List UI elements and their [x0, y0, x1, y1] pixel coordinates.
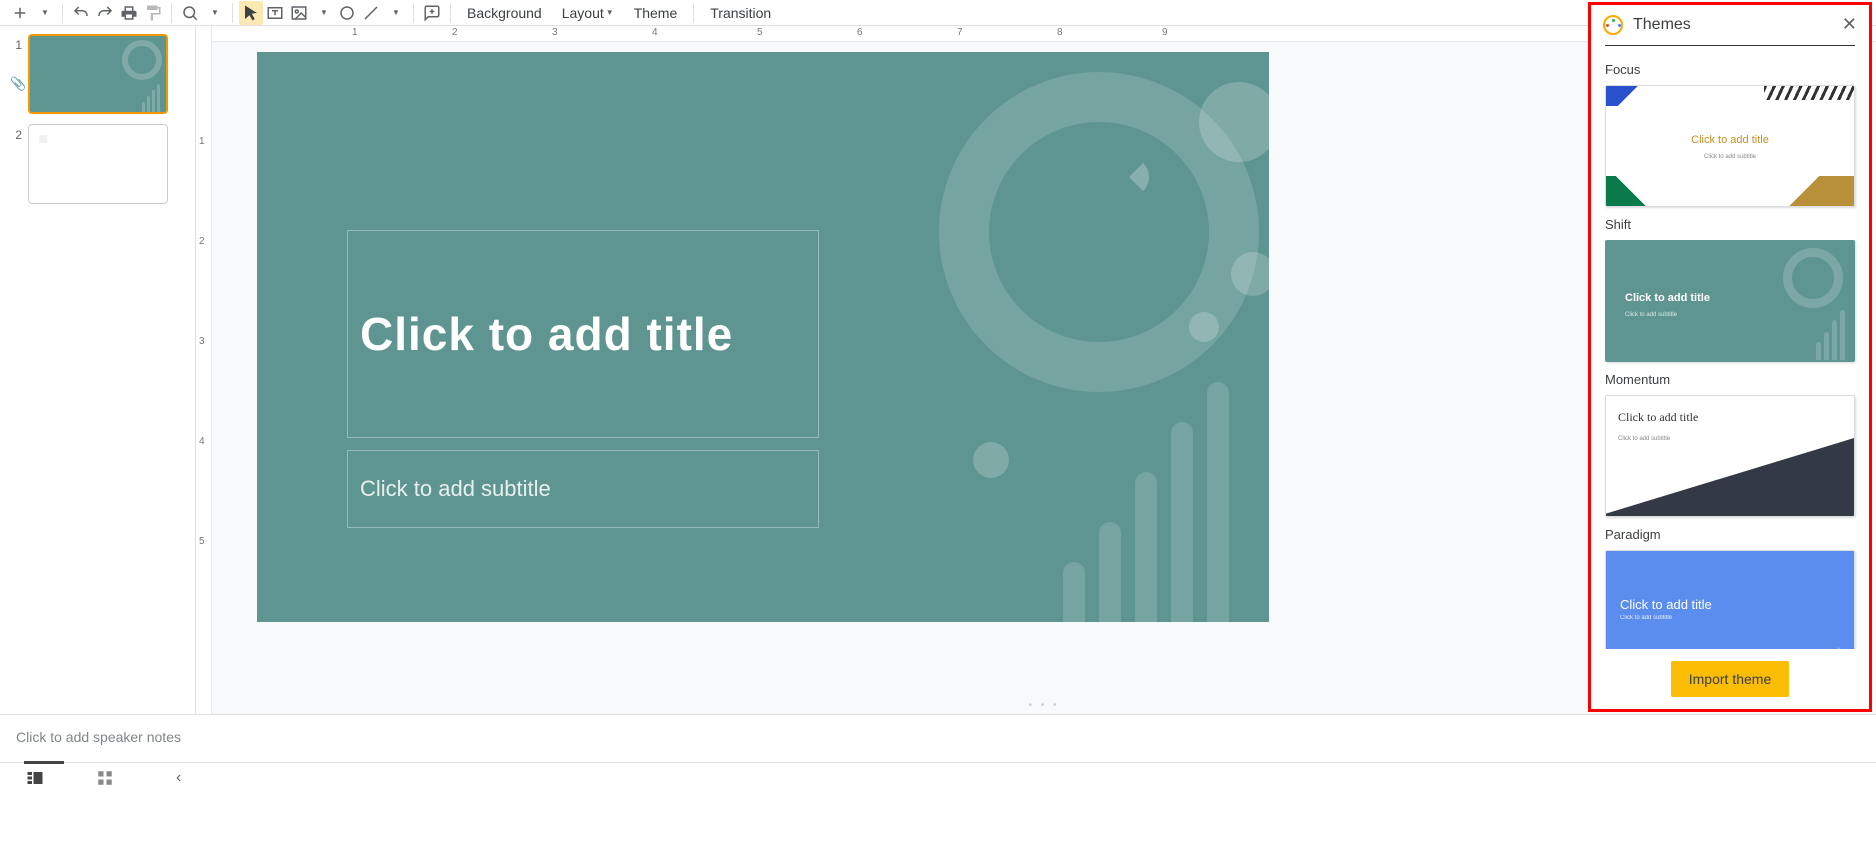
filmstrip-view-button[interactable] [20, 763, 50, 793]
shape-tool[interactable] [335, 1, 359, 25]
undo-button[interactable] [69, 1, 93, 25]
transition-button[interactable]: Transition [700, 1, 781, 25]
theme-preview-title: Click to add title [1625, 292, 1710, 304]
slide-thumbnail-1[interactable] [28, 34, 168, 114]
panel-body[interactable]: Focus Click to add title Click to add su… [1591, 52, 1869, 649]
theme-preview-subtitle: Click to add subtitle [1625, 312, 1677, 318]
attachment-icon: 📎 [10, 76, 26, 92]
palette-icon [1603, 15, 1623, 35]
notes-resize-handle[interactable]: • • • [1028, 700, 1059, 711]
ruler-tick: 1 [199, 136, 205, 147]
themes-panel: Themes ✕ Focus Click to add title Click … [1588, 2, 1872, 712]
subtitle-textbox[interactable]: Click to add subtitle [347, 450, 819, 528]
speaker-notes[interactable]: Click to add speaker notes [0, 714, 1876, 762]
theme-preview-title: Click to add title [1620, 597, 1712, 612]
ruler-tick: 3 [199, 336, 205, 347]
line-dropdown[interactable]: ▼ [383, 1, 407, 25]
theme-preview-subtitle: Click to add subtitle [1606, 154, 1854, 160]
panel-footer: Import theme [1591, 649, 1869, 709]
theme-name-paradigm: Paradigm [1605, 527, 1855, 542]
theme-card-focus[interactable]: Click to add title Click to add subtitle [1605, 85, 1855, 207]
ruler-tick: 2 [199, 236, 205, 247]
ruler-tick: 2 [452, 27, 458, 38]
slide-canvas[interactable]: Click to add title Click to add subtitle [257, 52, 1269, 622]
new-slide-dropdown[interactable]: ▼ [32, 1, 56, 25]
paint-format-button[interactable] [141, 1, 165, 25]
image-tool[interactable] [287, 1, 311, 25]
decoration-dot [1189, 312, 1219, 342]
new-slide-button[interactable] [8, 1, 32, 25]
theme-button[interactable]: Theme [624, 1, 688, 25]
background-button[interactable]: Background [457, 1, 552, 25]
textbox-tool[interactable] [263, 1, 287, 25]
grid-view-button[interactable] [90, 763, 120, 793]
theme-preview-subtitle: Click to add subtitle [1618, 436, 1670, 442]
theme-card-paradigm[interactable]: Click to add title Click to add subtitle [1605, 550, 1855, 649]
select-tool[interactable] [239, 1, 263, 25]
theme-name-momentum: Momentum [1605, 372, 1855, 387]
close-icon[interactable]: ✕ [1842, 14, 1857, 35]
theme-preview-subtitle: Click to add subtitle [1620, 615, 1672, 621]
theme-preview-title: Click to add title [1606, 134, 1854, 146]
decoration-dot [973, 442, 1009, 478]
layout-button[interactable]: Layout▼ [552, 1, 624, 25]
theme-card-momentum[interactable]: Click to add title Click to add subtitle [1605, 395, 1855, 517]
collapse-filmstrip-icon[interactable]: ‹ [176, 769, 181, 787]
comment-button[interactable] [420, 1, 444, 25]
ruler-tick: 5 [757, 27, 763, 38]
panel-title: Themes [1633, 16, 1691, 34]
slide-number: 1 [8, 34, 28, 114]
vertical-ruler: 1 2 3 4 5 [196, 26, 212, 714]
subtitle-placeholder: Click to add subtitle [360, 476, 551, 502]
ruler-tick: 3 [552, 27, 558, 38]
layout-label: Layout [562, 5, 604, 21]
bottom-bar: ‹ [0, 762, 1876, 792]
panel-header: Themes ✕ [1591, 5, 1869, 45]
theme-name-shift: Shift [1605, 217, 1855, 232]
title-textbox[interactable]: Click to add title [347, 230, 819, 438]
theme-card-shift[interactable]: Click to add title Click to add subtitle [1605, 240, 1855, 362]
ruler-tick: 1 [352, 27, 358, 38]
theme-name-focus: Focus [1605, 62, 1855, 77]
slide-number: 2 [8, 124, 28, 204]
ruler-tick: 6 [857, 27, 863, 38]
line-tool[interactable] [359, 1, 383, 25]
decoration-dot [1231, 252, 1269, 296]
ruler-tick: 4 [199, 436, 205, 447]
import-theme-button[interactable]: Import theme [1671, 661, 1789, 697]
image-dropdown[interactable]: ▼ [311, 1, 335, 25]
theme-preview-title: Click to add title [1618, 410, 1698, 425]
ruler-tick: 5 [199, 536, 205, 547]
ruler-tick: 7 [957, 27, 963, 38]
print-button[interactable] [117, 1, 141, 25]
notes-placeholder: Click to add speaker notes [16, 729, 181, 745]
decoration-dot [1199, 82, 1269, 162]
decoration-bars [1063, 382, 1229, 622]
redo-button[interactable] [93, 1, 117, 25]
ruler-tick: 9 [1162, 27, 1168, 38]
filmstrip: 📎 1 2 [0, 26, 196, 714]
zoom-dropdown[interactable]: ▼ [202, 1, 226, 25]
slide-thumbnail-2[interactable] [28, 124, 168, 204]
ruler-tick: 8 [1057, 27, 1063, 38]
title-placeholder: Click to add title [360, 307, 733, 361]
ruler-tick: 4 [652, 27, 658, 38]
zoom-button[interactable] [178, 1, 202, 25]
